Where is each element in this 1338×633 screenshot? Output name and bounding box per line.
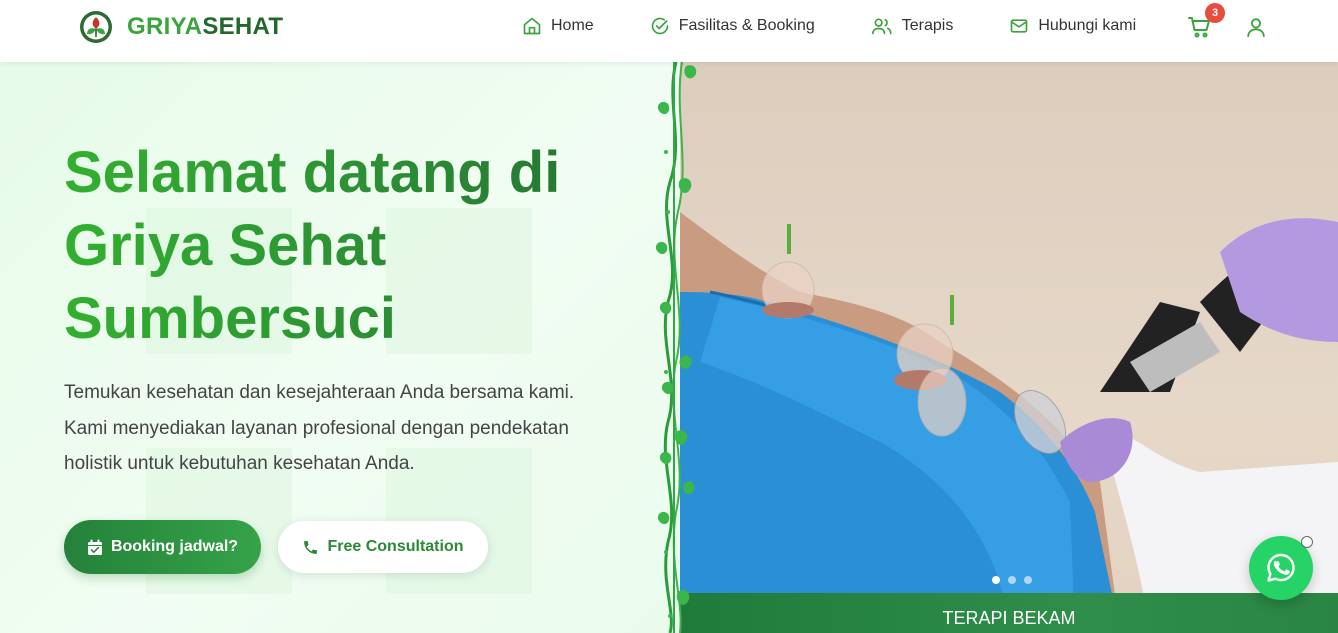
hero-image-slider: TERAPI BEKAM [680, 62, 1338, 633]
user-icon [1247, 18, 1265, 38]
cart-count-badge: 3 [1205, 3, 1225, 23]
calendar-check-icon [87, 539, 102, 555]
home-icon [523, 17, 541, 35]
nav-terapis[interactable]: Terapis [871, 16, 954, 36]
slider-dots [992, 576, 1040, 584]
booking-button-label: Booking jadwal? [110, 538, 239, 555]
slide-caption: TERAPI BEKAM [942, 607, 1076, 628]
booking-button[interactable]: Booking jadwal? [64, 520, 261, 574]
phone-icon [304, 540, 318, 554]
nav-terapis-label: Terapis [901, 17, 954, 34]
mail-icon [1010, 19, 1028, 33]
slide-caption-bar: TERAPI BEKAM [680, 593, 1338, 633]
vine-decoration [655, 62, 697, 633]
brand-part-1: GRIYA [127, 13, 203, 40]
slider-dot-1[interactable] [992, 576, 1000, 584]
nav-fasilitas-label: Fasilitas & Booking [678, 17, 815, 34]
nav-hubungi[interactable]: Hubungi kami [1009, 16, 1136, 36]
slider-dot-3[interactable] [1024, 576, 1032, 584]
main-nav: Home Fasilitas & Booking Terapis Hubungi… [522, 16, 1136, 36]
site-header: GRIYASEHAT Home Fasilitas & Booking Tera… [0, 0, 1338, 62]
free-consultation-button[interactable]: Free Consultation [278, 521, 488, 573]
nav-home[interactable]: Home [522, 16, 594, 36]
brand-name: GRIYASEHAT [127, 13, 283, 41]
therapy-photo [680, 212, 1338, 633]
nav-fasilitas-booking[interactable]: Fasilitas & Booking [650, 16, 815, 36]
users-icon [871, 18, 892, 35]
slider-dot-2[interactable] [1008, 576, 1016, 584]
whatsapp-status-indicator [1301, 536, 1313, 548]
hero-section: Selamat datang di Griya Sehat Sumbersuci… [0, 62, 680, 633]
nav-home-label: Home [551, 17, 594, 34]
check-circle-icon [651, 17, 669, 35]
brand-part-2: SEHAT [202, 13, 284, 40]
whatsapp-icon [1267, 553, 1295, 582]
nav-hubungi-label: Hubungi kami [1038, 17, 1137, 34]
logo-icon [79, 10, 113, 44]
hero-title: Selamat datang di Griya Sehat Sumbersuci [64, 136, 664, 355]
logo[interactable]: GRIYASEHAT [79, 10, 283, 44]
hero-description: Temukan kesehatan dan kesejahteraan Anda… [64, 382, 575, 474]
user-account-button[interactable] [1245, 16, 1267, 43]
cart-button[interactable]: 3 [1188, 3, 1225, 43]
consultation-button-label: Free Consultation [327, 538, 464, 555]
